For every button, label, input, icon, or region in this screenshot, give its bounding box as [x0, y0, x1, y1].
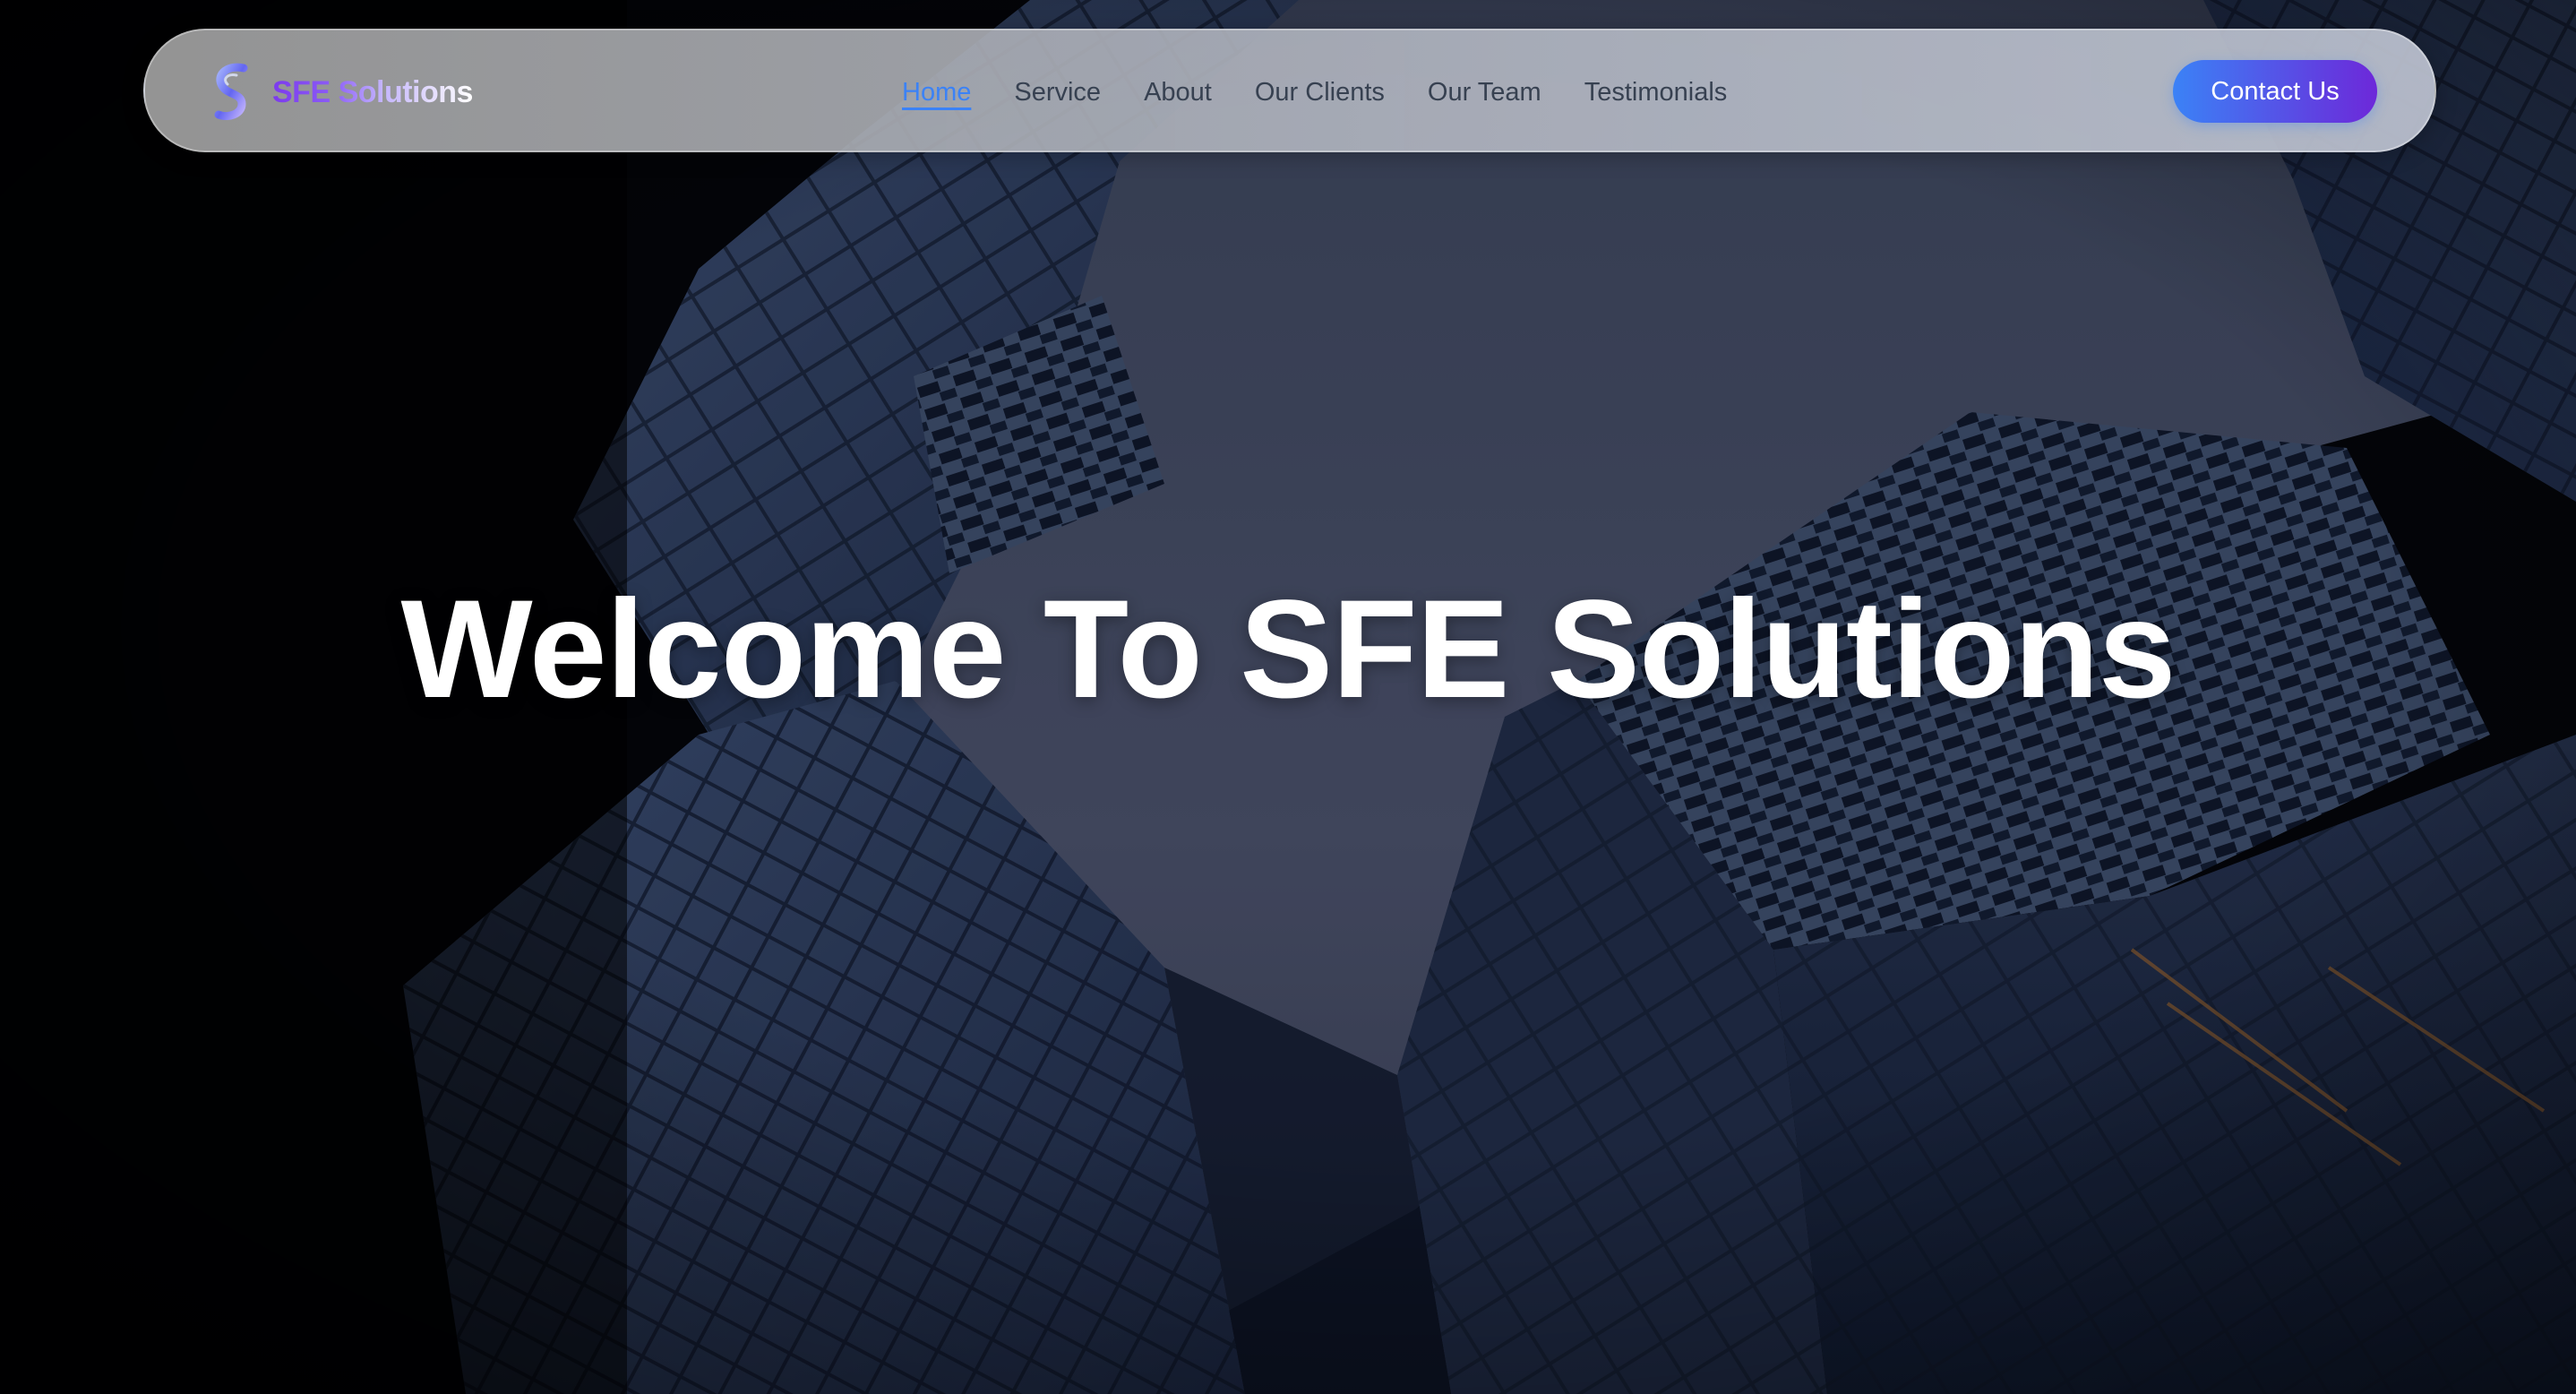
nav-item-service[interactable]: Service — [1014, 78, 1101, 107]
nav-item-testimonials[interactable]: Testimonials — [1584, 78, 1728, 107]
nav-item-about[interactable]: About — [1144, 78, 1212, 107]
hero-title: Welcome To SFE Solutions — [400, 572, 2176, 727]
brand-logo-link[interactable]: SFE Solutions — [210, 63, 473, 122]
nav-item-our-clients[interactable]: Our Clients — [1255, 78, 1385, 107]
nav-menu: Home Service About Our Clients Our Team … — [902, 30, 1727, 154]
s-logo-icon — [214, 63, 248, 120]
nav-item-our-team[interactable]: Our Team — [1428, 78, 1541, 107]
brand-name: SFE Solutions — [272, 74, 473, 109]
contact-us-button[interactable]: Contact Us — [2173, 60, 2377, 123]
nav-item-home[interactable]: Home — [902, 78, 971, 107]
top-navbar: SFE Solutions Home Service About Our Cli… — [143, 29, 2436, 152]
